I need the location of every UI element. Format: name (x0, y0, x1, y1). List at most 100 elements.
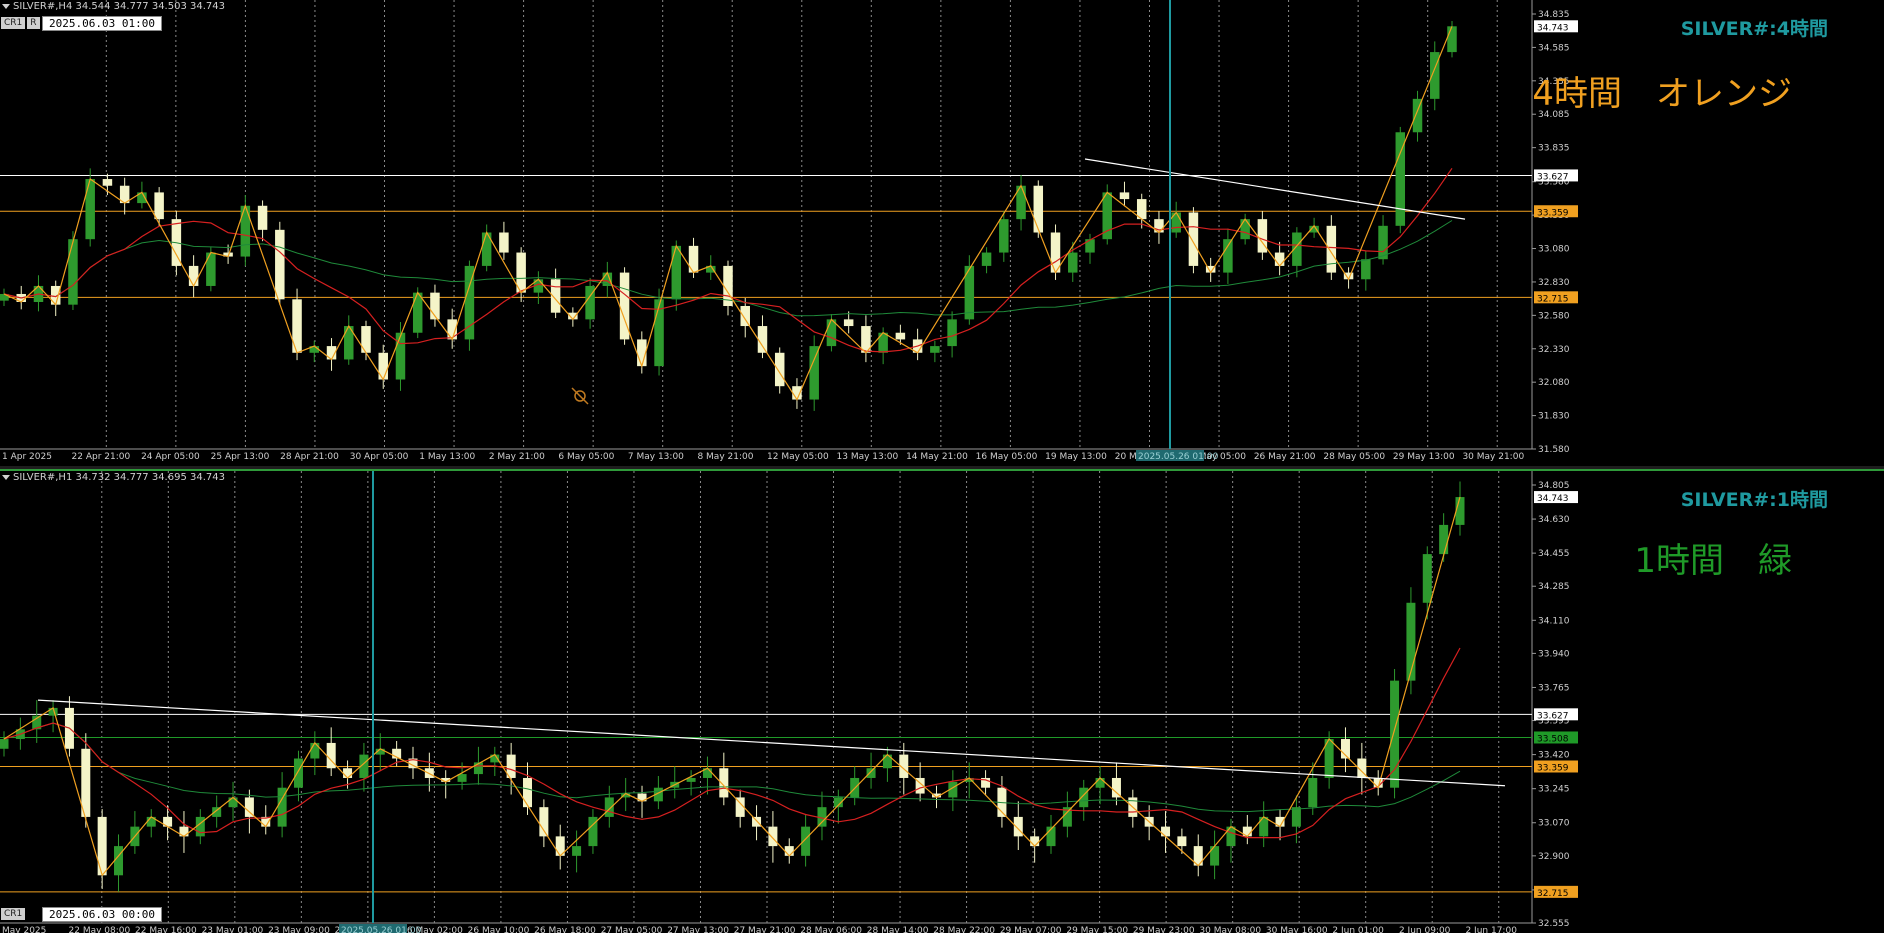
level-label: 33.627 (1537, 172, 1569, 182)
candle-body (757, 326, 768, 353)
cr1-button[interactable]: CR1 (1, 908, 26, 920)
candle-body (1223, 239, 1233, 273)
x-tick-label: 1 Apr 2025 (2, 452, 52, 462)
h4-datetime-box[interactable]: 2025.06.03 01:00 (42, 16, 162, 31)
h4-chart-pane[interactable]: 1 Apr 2025 22 Apr 21:00 24 Apr 05:00 25 Apr… (0, 0, 1884, 466)
y-tick-label: 34.110 (1538, 616, 1570, 626)
y-tick-label: 34.285 (1538, 582, 1570, 592)
x-tick-label: 2 Jun 09:00 (1399, 926, 1451, 933)
candle-body (1161, 826, 1171, 837)
candle-body (947, 319, 957, 347)
x-tick-label: 26 May 21:00 (1254, 452, 1316, 462)
y-tick-label: 32.080 (1538, 378, 1570, 388)
candle-body (361, 326, 371, 353)
zigzag-line (3, 496, 1461, 877)
candle-body (801, 826, 811, 856)
y-tick-label: 33.080 (1538, 245, 1570, 255)
trend-line (37, 699, 1506, 787)
y-tick-label: 34.835 (1538, 10, 1570, 20)
x-tick-label: 24 Apr 05:00 (141, 452, 200, 462)
candle-body (1390, 680, 1400, 788)
y-tick-label: 32.555 (1538, 919, 1570, 929)
x-tick-label: 2 Jun 01:00 (1332, 926, 1384, 933)
candle-body (1188, 212, 1199, 266)
r-button[interactable]: R (27, 17, 40, 29)
y-tick-label: 32.900 (1538, 852, 1570, 862)
moving-average-slow (3, 722, 1461, 813)
h4-symbol-header: SILVER#,H4 34.544 34.777 34.503 34.743 (2, 1, 225, 12)
y-tick-label: 33.070 (1538, 819, 1570, 829)
x-tick-label: 6 May 05:00 (558, 452, 614, 462)
candle-body (293, 758, 303, 788)
y-tick-label: 33.765 (1538, 683, 1570, 693)
x-tick-label: 2 May 21:00 (489, 452, 545, 462)
x-tick-label: 28 May 06:00 (800, 926, 862, 933)
x-tick-label: 30 May 21:00 (1462, 452, 1524, 462)
h1-chart-canvas[interactable]: May 2025 22 May 08:00 22 May 16:00 23 May 0… (0, 471, 1884, 933)
collapse-triangle-icon[interactable] (2, 474, 10, 480)
x-tick-label: 12 May 05:00 (767, 452, 829, 462)
x-tick-label: 29 May 07:00 (1000, 926, 1062, 933)
crosshair-time-label: 2025.05.26 01:00 (341, 926, 422, 933)
x-tick-label: 28 May 05:00 (1323, 452, 1385, 462)
x-tick-label: 25 Apr 13:00 (211, 452, 270, 462)
h1-ohlc-text: SILVER#,H1 34.732 34.777 34.695 34.743 (13, 472, 225, 483)
x-tick-label: 2 Jun 17:00 (1465, 926, 1517, 933)
level-label: 32.715 (1537, 294, 1569, 304)
h1-chart-pane[interactable]: May 2025 22 May 08:00 22 May 16:00 23 May 0… (0, 471, 1884, 933)
y-tick-label: 33.420 (1538, 751, 1570, 761)
candle-body (1439, 524, 1449, 555)
candle-body (1177, 836, 1187, 847)
y-tick-label: 33.835 (1538, 144, 1570, 154)
x-tick-label: 7 May 13:00 (628, 452, 684, 462)
candle-body (1422, 554, 1432, 603)
y-tick-label: 33.940 (1538, 649, 1570, 659)
candle-body (740, 306, 750, 327)
candle-body (0, 739, 9, 749)
candle-body (457, 774, 467, 782)
candle-body (499, 232, 509, 253)
zigzag-line (3, 26, 1453, 401)
x-tick-label: 27 May 13:00 (667, 926, 729, 933)
x-tick-label: 16 May 05:00 (976, 452, 1038, 462)
candle-body (930, 346, 940, 353)
h1-datetime-box[interactable]: 2025.06.03 00:00 (42, 907, 162, 922)
candle-body (1111, 777, 1121, 798)
candle-body (843, 319, 854, 327)
candle-body (1291, 807, 1301, 827)
x-tick-label: 26 May 10:00 (468, 926, 530, 933)
candle-body (395, 332, 406, 380)
candle-body (1308, 777, 1318, 808)
candle-body (784, 846, 794, 856)
cr1-button[interactable]: CR1 (1, 17, 26, 29)
candle-body (68, 239, 78, 305)
y-tick-label: 32.830 (1538, 278, 1570, 288)
candle-body (1095, 777, 1105, 788)
candle-body (671, 245, 682, 300)
x-tick-label: 27 May 05:00 (601, 926, 663, 933)
x-tick-label: 22 May 16:00 (135, 926, 197, 933)
collapse-triangle-icon[interactable] (2, 3, 10, 9)
crosshair-target-icon (571, 387, 589, 405)
y-tick-label: 32.330 (1538, 345, 1570, 355)
x-tick-label: 8 May 21:00 (697, 452, 753, 462)
candle-body (310, 742, 320, 759)
candle-body (866, 768, 876, 778)
level-label: 33.359 (1537, 763, 1569, 773)
y-tick-label: 33.245 (1538, 785, 1570, 795)
x-tick-label: 14 May 21:00 (906, 452, 968, 462)
current-price-badge: 34.743 (1537, 494, 1569, 504)
candle-body (240, 205, 251, 257)
level-label: 33.359 (1537, 208, 1569, 218)
candle-body (1361, 259, 1371, 280)
h1-mini-buttons: CR1 (1, 908, 26, 920)
current-price-badge: 34.743 (1537, 23, 1569, 33)
x-tick-label: 26 May 18:00 (534, 926, 596, 933)
h4-chart-title: SILVER#:4時間 (1680, 18, 1828, 40)
candle-body (1447, 26, 1457, 53)
candle-body (1406, 602, 1416, 681)
y-tick-label: 34.805 (1538, 481, 1570, 491)
candle-body (228, 797, 238, 808)
candle-body (1455, 497, 1465, 525)
candle-body (1274, 252, 1285, 266)
